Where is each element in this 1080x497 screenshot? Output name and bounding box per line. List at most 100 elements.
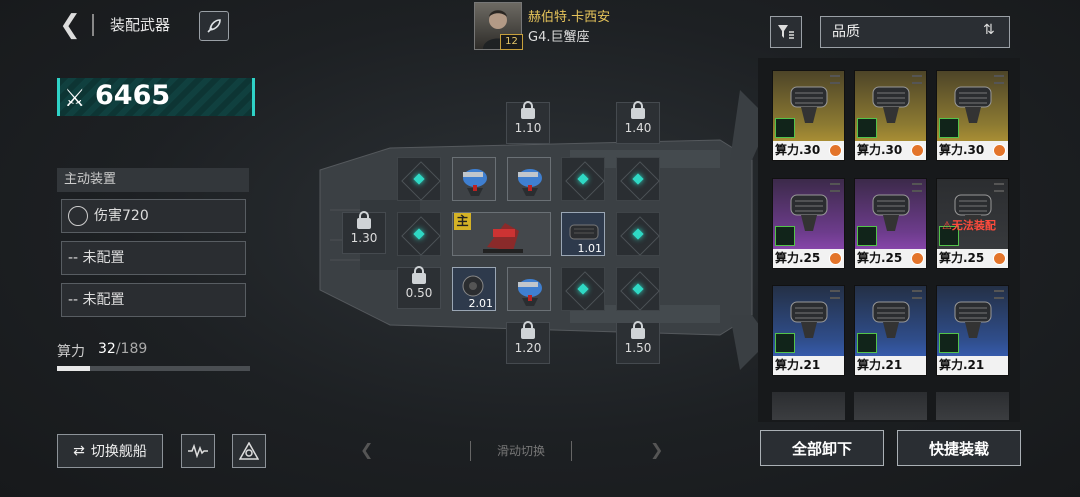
divider xyxy=(92,14,94,36)
empty-slot[interactable] xyxy=(616,157,660,201)
target-icon xyxy=(68,206,88,226)
weapon-type-icon xyxy=(775,118,795,138)
gear-icon xyxy=(829,144,842,157)
active-slot-1-label: 伤害720 xyxy=(94,208,149,224)
waveform-icon xyxy=(188,444,208,458)
main-weapon-badge: 主 xyxy=(454,213,471,230)
inventory-card[interactable]: ⚠无法装配 算力.25 xyxy=(936,178,1009,269)
gear-icon xyxy=(829,252,842,265)
lock-value: 1.40 xyxy=(624,121,652,135)
weapon-type-icon xyxy=(857,226,877,246)
weapon-type-icon xyxy=(939,333,959,353)
compute-value: 32/189 xyxy=(98,341,147,357)
lock-value: 1.10 xyxy=(514,121,542,135)
ship-name: G4.巨蟹座 xyxy=(528,30,590,45)
lock-icon xyxy=(631,321,645,339)
sort-label: 品质 xyxy=(832,24,860,40)
weapon-type-icon xyxy=(775,333,795,353)
locked-slot[interactable]: 1.20 xyxy=(506,321,550,364)
weapon-type-icon xyxy=(857,118,877,138)
empty-slot[interactable] xyxy=(397,157,441,201)
card-compute-label: 算力.21 xyxy=(855,356,926,375)
empty-slot[interactable] xyxy=(561,267,605,311)
module-value: 1.01 xyxy=(577,242,603,255)
cannot-equip-label: ⚠无法装配 xyxy=(942,219,996,232)
switch-ship-label: 切换舰船 xyxy=(90,444,147,460)
locked-slot[interactable]: 1.30 xyxy=(342,211,386,254)
equipped-module[interactable]: 1.01 xyxy=(561,212,605,256)
inventory-card[interactable]: 算力.21 xyxy=(854,285,927,376)
quick-equip-button[interactable]: 快捷装载 xyxy=(897,430,1021,466)
lock-value: 0.50 xyxy=(405,286,433,300)
gear-icon xyxy=(911,144,924,157)
filter-icon xyxy=(778,25,794,39)
inventory-card[interactable]: 算力.21 xyxy=(772,285,845,376)
locked-slot[interactable]: 1.40 xyxy=(616,101,660,144)
unequip-all-button[interactable]: 全部卸下 xyxy=(760,430,884,466)
active-slot-3[interactable]: -- 未配置 xyxy=(61,283,246,317)
weapon-type-icon xyxy=(857,333,877,353)
lock-value: 1.50 xyxy=(624,341,652,355)
weapon-type-icon xyxy=(939,118,959,138)
locked-slot[interactable]: 1.10 xyxy=(506,101,550,144)
swap-icon: ⇄ xyxy=(73,443,85,459)
active-slot-3-label: -- 未配置 xyxy=(68,292,125,308)
equipped-turret[interactable] xyxy=(507,157,551,201)
empty-slot[interactable] xyxy=(397,212,441,256)
captain-name: 赫伯特.卡西安 xyxy=(528,10,611,25)
empty-slot[interactable] xyxy=(616,212,660,256)
inventory-card[interactable]: 算力.30 xyxy=(772,70,845,161)
swipe-hint: 滑动切换 xyxy=(470,441,572,461)
crossed-swords-icon: ⚔ xyxy=(64,84,86,112)
filter-button[interactable] xyxy=(770,16,802,48)
compute-used: 32 xyxy=(98,341,116,357)
empty-slot[interactable] xyxy=(561,157,605,201)
lock-icon xyxy=(357,211,371,229)
turret-icon xyxy=(518,279,542,306)
inventory-card[interactable]: 算力.21 xyxy=(936,285,1009,376)
active-slot-2[interactable]: -- 未配置 xyxy=(61,241,246,275)
inventory-card-partial[interactable] xyxy=(854,392,927,420)
sort-order-icon[interactable]: ⇅ xyxy=(983,22,995,38)
lock-icon xyxy=(521,321,535,339)
formation-icon xyxy=(239,442,259,460)
waveform-button[interactable] xyxy=(181,434,215,468)
compute-label: 算力 xyxy=(57,344,85,360)
empty-slot[interactable] xyxy=(616,267,660,311)
module-value: 2.01 xyxy=(468,297,494,310)
equipped-module[interactable]: 2.01 xyxy=(452,267,496,311)
swipe-left-icon[interactable]: ❮ xyxy=(360,440,373,459)
inventory-card[interactable]: 算力.30 xyxy=(936,70,1009,161)
formation-button[interactable] xyxy=(232,434,266,468)
active-device-header: 主动装置 xyxy=(57,168,249,192)
equipped-turret[interactable] xyxy=(507,267,551,311)
inventory-card[interactable]: 算力.30 xyxy=(854,70,927,161)
inventory-card[interactable]: 算力.25 xyxy=(854,178,927,269)
compute-total: /189 xyxy=(115,341,148,357)
weapon-type-icon xyxy=(775,226,795,246)
equipped-turret[interactable] xyxy=(452,157,496,201)
lock-icon xyxy=(631,101,645,119)
switch-ship-button[interactable]: ⇄ 切换舰船 xyxy=(57,434,163,468)
back-arrow-icon[interactable]: ❮ xyxy=(58,10,82,40)
locked-slot[interactable]: 0.50 xyxy=(397,266,441,309)
inventory-card[interactable]: 算力.25 xyxy=(772,178,845,269)
combat-power-value: 6465 xyxy=(95,80,171,111)
gear-icon xyxy=(993,144,1006,157)
lock-value: 1.30 xyxy=(350,231,378,245)
inventory-card-partial[interactable] xyxy=(936,392,1009,420)
turret-icon xyxy=(518,169,542,196)
lock-icon xyxy=(412,266,426,284)
gear-icon xyxy=(993,252,1006,265)
sort-dropdown[interactable]: 品质 xyxy=(820,16,1010,48)
lock-icon xyxy=(521,101,535,119)
swipe-right-icon[interactable]: ❯ xyxy=(650,440,663,459)
card-compute-label: 算力.21 xyxy=(773,356,844,375)
inventory-card-partial[interactable] xyxy=(772,392,845,420)
page-title: 装配武器 xyxy=(110,16,171,34)
active-slot-1[interactable]: 伤害720 xyxy=(61,199,246,233)
rocket-icon[interactable] xyxy=(199,11,229,41)
locked-slot[interactable]: 1.50 xyxy=(616,321,660,364)
active-slot-2-label: -- 未配置 xyxy=(68,250,125,266)
lock-value: 1.20 xyxy=(514,341,542,355)
